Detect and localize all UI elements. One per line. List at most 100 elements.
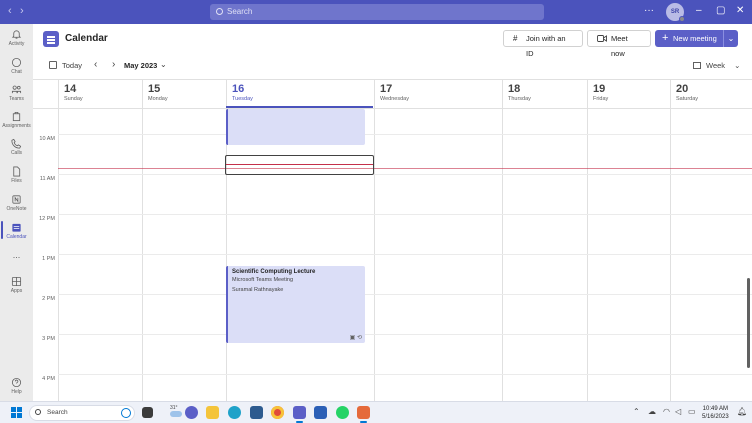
day-name: Wednesday xyxy=(380,96,409,102)
calendar-app-icon xyxy=(43,31,59,47)
next-week-icon[interactable]: › xyxy=(112,59,115,70)
rail-item-more[interactable]: ... xyxy=(0,250,33,260)
time-label: 4 PM xyxy=(42,376,55,382)
rail-item-activity[interactable]: Activity xyxy=(0,29,33,47)
teams-chat-icon[interactable] xyxy=(185,406,198,419)
task-view-icon[interactable] xyxy=(142,407,153,418)
page-title: Calendar xyxy=(65,33,108,44)
rail-label: Calls xyxy=(10,150,23,156)
day-column[interactable] xyxy=(58,109,142,402)
whatsapp-icon[interactable] xyxy=(336,406,349,419)
start-button[interactable] xyxy=(11,407,22,418)
hour-line xyxy=(58,334,752,335)
chevron-up-icon[interactable]: ⌃ xyxy=(633,407,640,416)
clock-time: 10:49 AM xyxy=(702,406,729,412)
rail-item-help[interactable]: Help xyxy=(0,377,33,395)
teams-app-icon[interactable] xyxy=(293,406,306,423)
day-header-friday[interactable]: 19 Friday xyxy=(587,80,670,108)
join-with-id-button[interactable]: # Join with an ID xyxy=(503,30,583,58)
rail-item-files[interactable]: Files xyxy=(0,166,33,184)
phone-icon xyxy=(11,138,22,149)
rail-label: Apps xyxy=(10,288,23,294)
recurring-icon: ▣ ⟲ xyxy=(349,335,362,341)
vertical-scrollbar[interactable] xyxy=(747,278,750,368)
day-name: Saturday xyxy=(676,96,699,102)
month-selector[interactable]: May 2023 xyxy=(124,61,157,70)
event-title: Scientific Computing Lecture xyxy=(232,269,316,275)
taskbar-search[interactable]: Search xyxy=(29,405,135,421)
edge-browser-icon[interactable] xyxy=(228,406,241,419)
close-icon[interactable]: ✕ xyxy=(736,5,744,16)
forward-arrow-icon[interactable]: › xyxy=(20,5,24,17)
battery-icon[interactable]: ▭ xyxy=(688,407,696,416)
day-column[interactable] xyxy=(502,109,587,402)
weather-widget[interactable]: 31° xyxy=(170,405,182,417)
wifi-icon[interactable]: ◠ xyxy=(663,407,670,416)
day-number: 15 xyxy=(148,83,161,95)
rail-label: OneNote xyxy=(6,206,27,212)
notification-bell-icon[interactable]: 🔔︎ xyxy=(737,407,747,416)
rail-item-onenote[interactable]: OneNote xyxy=(0,194,33,212)
meet-now-button[interactable]: Meet now xyxy=(587,30,651,58)
rail-label: Files xyxy=(11,178,22,184)
selected-time-slot[interactable] xyxy=(225,155,374,175)
apps-icon xyxy=(11,276,22,287)
calendar-main: Calendar # Join with an ID Meet now + Ne… xyxy=(33,24,752,402)
back-arrow-icon[interactable]: ‹ xyxy=(8,5,12,17)
system-clock[interactable]: 10:49 AM 5/16/2023 xyxy=(702,405,729,421)
time-label: 2 PM xyxy=(42,296,55,302)
day-column[interactable] xyxy=(142,109,226,402)
new-meeting-dropdown[interactable]: ⌄ xyxy=(723,30,738,47)
meet-label: Meet now xyxy=(611,34,628,58)
rail-item-calendar[interactable]: Calendar xyxy=(0,221,33,240)
day-column[interactable] xyxy=(587,109,670,402)
taskbar-search-label: Search xyxy=(47,409,68,416)
volume-icon[interactable]: ◁ xyxy=(675,407,681,416)
today-label: Today xyxy=(62,61,83,70)
rail-item-apps[interactable]: Apps xyxy=(0,276,33,294)
word-app-icon[interactable] xyxy=(314,406,327,419)
onenote-icon xyxy=(12,195,21,204)
day-column-today[interactable] xyxy=(226,109,374,402)
avatar[interactable]: SR xyxy=(666,3,685,22)
chevron-down-icon[interactable]: ⌄ xyxy=(160,60,167,69)
day-column[interactable] xyxy=(670,109,752,402)
snipping-tool-icon[interactable] xyxy=(357,406,370,423)
rail-item-teams[interactable]: Teams xyxy=(0,84,33,102)
calendar-event-lecture[interactable]: Scientific Computing Lecture Microsoft T… xyxy=(226,266,365,343)
calendar-event[interactable] xyxy=(226,109,365,145)
day-header-sunday[interactable]: 14 Sunday xyxy=(58,80,142,108)
file-explorer-icon[interactable] xyxy=(206,406,219,419)
today-button[interactable]: Today xyxy=(49,61,82,70)
onedrive-icon[interactable]: ☁ xyxy=(648,407,656,416)
rail-label: Chat xyxy=(11,69,22,75)
day-header-wednesday[interactable]: 17 Wednesday xyxy=(374,80,502,108)
more-options-icon[interactable]: ··· xyxy=(644,5,654,16)
bell-icon xyxy=(11,30,22,39)
day-header-saturday[interactable]: 20 Saturday xyxy=(670,80,752,108)
event-location: Microsoft Teams Meeting xyxy=(232,277,294,283)
rail-item-assignments[interactable]: Assignments xyxy=(0,111,33,129)
rail-item-chat[interactable]: Chat xyxy=(0,57,33,75)
day-number: 20 xyxy=(676,83,689,95)
hash-icon: # xyxy=(513,34,518,43)
new-meeting-label: New meeting xyxy=(673,34,717,43)
maximize-icon[interactable]: ▢ xyxy=(716,5,725,16)
day-header-tuesday[interactable]: 16 Tuesday xyxy=(226,80,374,108)
previous-week-icon[interactable]: ‹ xyxy=(94,59,97,70)
day-column[interactable] xyxy=(374,109,502,402)
minimize-icon[interactable]: – xyxy=(696,5,702,16)
bing-icon xyxy=(121,408,131,418)
day-header-monday[interactable]: 15 Monday xyxy=(142,80,226,108)
more-icon: ... xyxy=(12,250,21,260)
hour-line xyxy=(58,134,752,135)
day-header-thursday[interactable]: 18 Thursday xyxy=(502,80,587,108)
search-input[interactable]: Search xyxy=(210,4,544,20)
store-icon[interactable] xyxy=(250,406,263,419)
rail-label: Calendar xyxy=(6,234,27,240)
chevron-down-icon: ⌄ xyxy=(734,61,741,70)
view-selector[interactable]: Week ⌄ xyxy=(693,61,740,70)
rail-item-calls[interactable]: Calls xyxy=(0,138,33,156)
time-label: 12 PM xyxy=(39,216,55,222)
chrome-browser-icon[interactable] xyxy=(271,406,284,419)
